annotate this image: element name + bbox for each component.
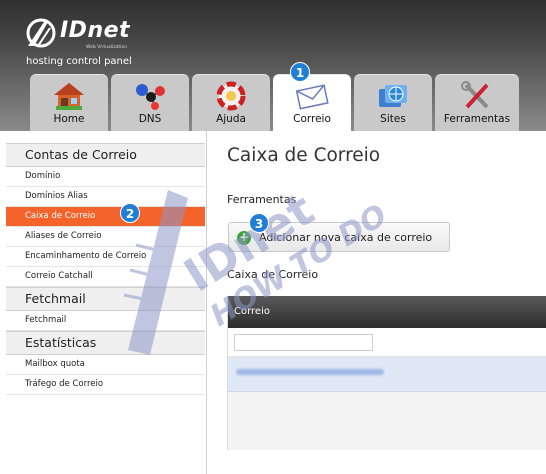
sidebar: Contas de Correio Domínio Domínios Alias…: [6, 143, 205, 395]
tab-home[interactable]: Home: [30, 74, 108, 131]
tools-icon: [461, 81, 489, 109]
mailbox-section-label: Caixa de Correio: [227, 268, 319, 281]
sidebar-section-fetchmail: Fetchmail: [6, 287, 205, 311]
page-title: Caixa de Correio: [227, 145, 381, 166]
header-bar: IDnet Web Virtualization hosting control…: [0, 0, 546, 131]
tab-sites-label: Sites: [380, 113, 406, 125]
tools-label: Ferramentas: [227, 193, 297, 206]
lifebuoy-icon: [216, 81, 246, 111]
tab-home-label: Home: [53, 113, 85, 125]
network-molecule-icon: [136, 84, 165, 110]
sidebar-item-mailbox-quota[interactable]: Mailbox quota: [6, 355, 205, 375]
sidebar-item-correio-catchall[interactable]: Correio Catchall: [6, 267, 205, 287]
mailbox-filter-input[interactable]: [234, 334, 373, 351]
tab-sites[interactable]: Sites: [354, 74, 432, 131]
sidebar-item-trafego-de-correio[interactable]: Tráfego de Correio: [6, 375, 205, 395]
tab-ferramentas[interactable]: Ferramentas: [435, 74, 519, 131]
sidebar-item-encaminhamento[interactable]: Encaminhamento de Correio: [6, 247, 205, 267]
tab-correio[interactable]: Correio: [273, 74, 351, 131]
step-badge-3: 3: [249, 213, 269, 233]
mailbox-table: Correio: [227, 296, 546, 450]
panel-subtitle: hosting control panel: [26, 56, 132, 67]
logo-text: IDnet: [60, 18, 131, 43]
add-icon: +: [237, 230, 251, 245]
tab-dns[interactable]: DNS: [111, 74, 189, 131]
table-header-correio[interactable]: Correio: [228, 296, 546, 328]
sidebar-divider: [206, 131, 207, 474]
sidebar-item-caixa-de-correio[interactable]: Caixa de Correio: [6, 207, 205, 227]
house-icon: [54, 83, 84, 110]
tab-ajuda[interactable]: Ajuda: [192, 74, 270, 131]
tab-dns-label: DNS: [138, 113, 162, 125]
sidebar-item-dominio[interactable]: Domínio: [6, 167, 205, 187]
globe-folder-icon: [379, 85, 407, 107]
envelope-icon: [295, 84, 329, 110]
tab-correio-label: Correio: [293, 113, 331, 125]
sidebar-section-contas: Contas de Correio: [6, 143, 205, 167]
sidebar-item-aliases-de-correio[interactable]: Aliases de Correio: [6, 227, 205, 247]
step-badge-1: 1: [290, 62, 310, 82]
logo-tagline: Web Virtualization: [86, 45, 127, 50]
table-filter-row: [228, 328, 546, 357]
tab-ajuda-label: Ajuda: [216, 113, 246, 125]
sidebar-section-estatisticas: Estatísticas: [6, 331, 205, 355]
table-row[interactable]: [228, 357, 546, 392]
step-badge-2: 2: [120, 203, 140, 223]
redacted-email-address: [236, 369, 384, 375]
sidebar-item-dominios-alias[interactable]: Domínios Alias: [6, 187, 205, 207]
tab-ferramentas-label: Ferramentas: [443, 113, 511, 125]
sidebar-item-fetchmail[interactable]: Fetchmail: [6, 311, 205, 331]
add-mailbox-label: Adicionar nova caixa de correio: [259, 231, 433, 244]
